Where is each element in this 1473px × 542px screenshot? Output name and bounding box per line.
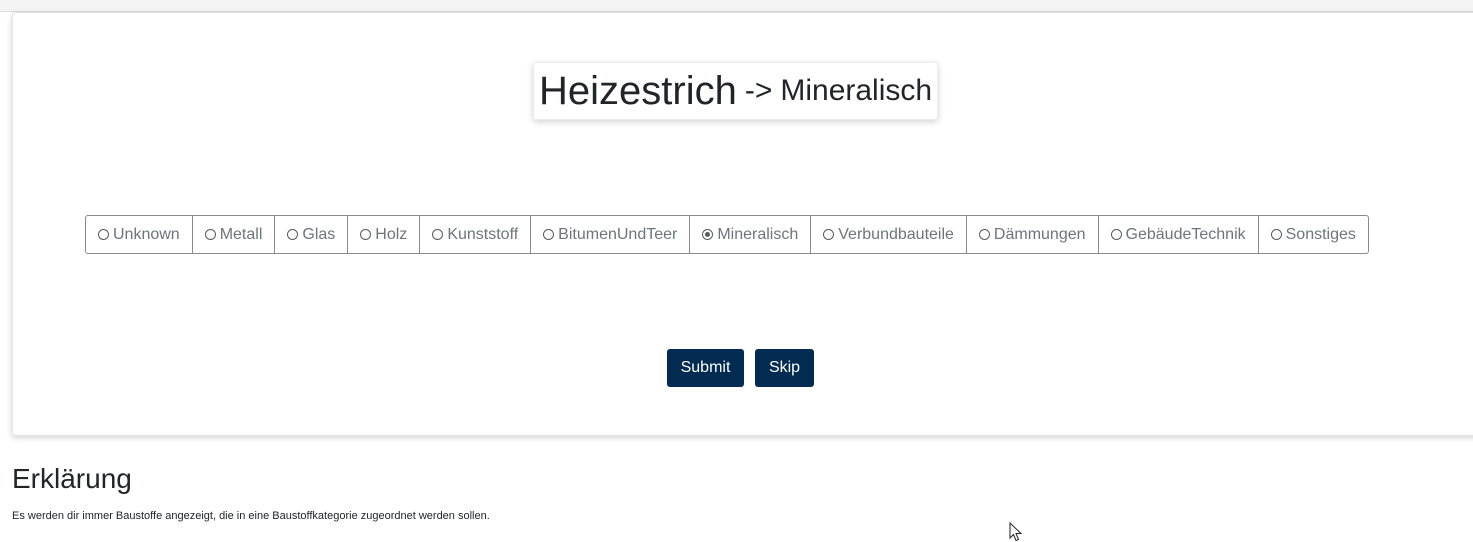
category-option-sonstiges[interactable]: Sonstiges <box>1259 216 1368 253</box>
classification-card: Heizestrich -> Mineralisch Unknown Metal… <box>12 12 1473 436</box>
radio-icon[interactable] <box>1270 229 1282 240</box>
explanation-text: Es werden dir immer Baustoffe angezeigt,… <box>12 510 490 522</box>
material-name: Heizestrich <box>539 68 737 113</box>
radio-icon[interactable] <box>360 229 372 240</box>
category-label: GebäudeTechnik <box>1125 225 1246 243</box>
category-option-kunststoff[interactable]: Kunststoff <box>420 216 532 253</box>
category-label: Unknown <box>113 225 180 243</box>
category-label: Holz <box>375 225 408 243</box>
radio-icon[interactable] <box>1110 229 1122 240</box>
category-label: Mineralisch <box>717 225 799 243</box>
category-label: BitumenUndTeer <box>558 225 678 243</box>
skip-button[interactable]: Skip <box>755 349 814 387</box>
category-label: Dämmungen <box>993 225 1086 243</box>
browser-top-bar <box>0 0 1473 12</box>
category-option-glas[interactable]: Glas <box>275 216 349 253</box>
radio-icon[interactable] <box>823 229 835 240</box>
category-label: Kunststoff <box>447 225 519 243</box>
category-option-daemmungen[interactable]: Dämmungen <box>967 216 1099 253</box>
category-label: Glas <box>302 225 336 243</box>
radio-icon[interactable] <box>204 229 216 240</box>
radio-icon[interactable] <box>978 229 990 240</box>
radio-icon[interactable] <box>287 229 299 240</box>
radio-icon[interactable] <box>98 229 109 240</box>
category-label: Sonstiges <box>1285 225 1356 243</box>
radio-checked-icon[interactable] <box>702 229 714 240</box>
explanation-heading: Erklärung <box>12 463 132 494</box>
category-label: Metall <box>219 225 263 243</box>
category-option-unknown[interactable]: Unknown <box>86 216 193 253</box>
category-option-holz[interactable]: Holz <box>348 216 421 253</box>
submit-button[interactable]: Submit <box>667 349 744 387</box>
category-option-mineralisch[interactable]: Mineralisch <box>690 216 812 253</box>
arrow-text: -> <box>744 74 773 107</box>
category-radio-group: Unknown Metall Glas Holz Kunststoff Bitu… <box>85 215 1369 254</box>
radio-icon[interactable] <box>543 229 555 240</box>
radio-icon[interactable] <box>432 229 444 240</box>
mouse-cursor-icon <box>1009 522 1023 542</box>
category-option-verbundbauteile[interactable]: Verbundbauteile <box>811 216 967 253</box>
category-option-metall[interactable]: Metall <box>193 216 276 253</box>
assigned-category: Mineralisch <box>780 74 933 107</box>
material-title-box: Heizestrich -> Mineralisch <box>533 62 939 120</box>
category-label: Verbundbauteile <box>838 225 954 243</box>
category-option-gebaeudetechnik[interactable]: GebäudeTechnik <box>1099 216 1259 253</box>
category-option-bitumenundteer[interactable]: BitumenUndTeer <box>531 216 691 253</box>
